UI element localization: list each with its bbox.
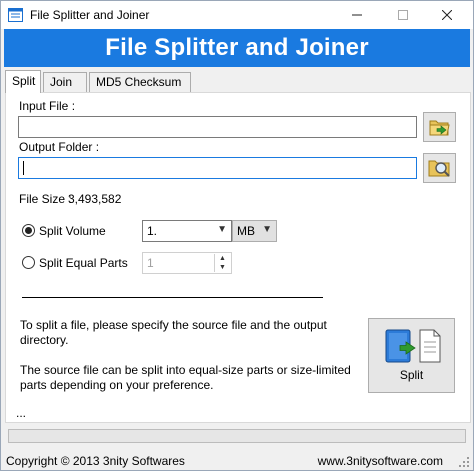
- website-link[interactable]: www.3nitysoftware.com: [318, 454, 443, 468]
- input-file-field[interactable]: [18, 116, 417, 138]
- tab-split[interactable]: Split: [5, 70, 41, 93]
- split-equal-parts-stepper[interactable]: 1 ▲ ▼: [142, 252, 232, 274]
- maximize-button[interactable]: [383, 1, 423, 29]
- stepper-up-icon[interactable]: ▲: [215, 254, 230, 263]
- app-banner: File Splitter and Joiner: [4, 29, 470, 67]
- app-icon: [8, 8, 23, 22]
- split-volume-radio[interactable]: [22, 224, 35, 237]
- split-volume-size-select[interactable]: 1. ▼: [142, 220, 232, 242]
- minimize-icon: [352, 14, 362, 16]
- output-folder-field[interactable]: [18, 157, 417, 179]
- radio-selected-dot: [25, 227, 32, 234]
- chevron-down-icon: ▼: [217, 224, 227, 235]
- progress-bar: [8, 429, 466, 443]
- copyright-text: Copyright © 2013 3nity Softwares: [6, 454, 185, 468]
- split-volume-label: Split Volume: [39, 224, 106, 238]
- close-button[interactable]: [427, 1, 467, 29]
- text-caret: [23, 161, 24, 175]
- tab-join[interactable]: Join: [43, 72, 87, 92]
- browse-input-button[interactable]: [423, 112, 456, 142]
- split-panel: Input File : Output Folder : File Size :…: [5, 92, 471, 423]
- tab-md5-checksum[interactable]: MD5 Checksum: [89, 72, 191, 92]
- search-folder-icon: [428, 160, 450, 177]
- description-text-1: To split a file, please specify the sour…: [20, 318, 327, 347]
- status-bar: Copyright © 2013 3nity Softwares www.3ni…: [1, 450, 473, 471]
- split-equal-parts-label: Split Equal Parts: [39, 256, 128, 270]
- app-window: File Splitter and Joiner File Splitter a…: [0, 0, 474, 471]
- stepper-spin: ▲ ▼: [214, 254, 230, 272]
- file-size-value: 3,493,582: [68, 192, 122, 206]
- browse-output-button[interactable]: [423, 153, 456, 183]
- chevron-down-icon: ▼: [262, 224, 272, 235]
- file-size-label: File Size :: [19, 192, 72, 206]
- split-button[interactable]: Split: [368, 318, 455, 393]
- window-title: File Splitter and Joiner: [30, 8, 150, 22]
- resize-grip-icon[interactable]: [458, 456, 470, 468]
- split-file-icon: [385, 329, 441, 363]
- status-ellipsis: ...: [16, 406, 27, 420]
- input-file-label: Input File :: [19, 99, 76, 113]
- title-bar: File Splitter and Joiner: [1, 1, 473, 29]
- banner-title: File Splitter and Joiner: [105, 34, 369, 61]
- split-button-label: Split: [399, 368, 424, 382]
- minimize-button[interactable]: [337, 1, 377, 29]
- split-equal-parts-radio[interactable]: [22, 256, 35, 269]
- split-volume-size-value: 1.: [147, 224, 158, 238]
- output-folder-label: Output Folder :: [19, 140, 100, 154]
- stepper-down-icon[interactable]: ▼: [215, 263, 230, 272]
- split-volume-unit-select[interactable]: MB ▼: [232, 220, 277, 242]
- open-folder-icon: [429, 120, 450, 136]
- maximize-icon: [398, 10, 408, 20]
- divider: [22, 297, 323, 298]
- split-equal-parts-value: 1: [147, 256, 154, 270]
- close-icon: [442, 10, 452, 20]
- split-volume-unit-value: MB: [237, 224, 255, 238]
- description-text-2: The source file can be split into equal-…: [20, 363, 351, 392]
